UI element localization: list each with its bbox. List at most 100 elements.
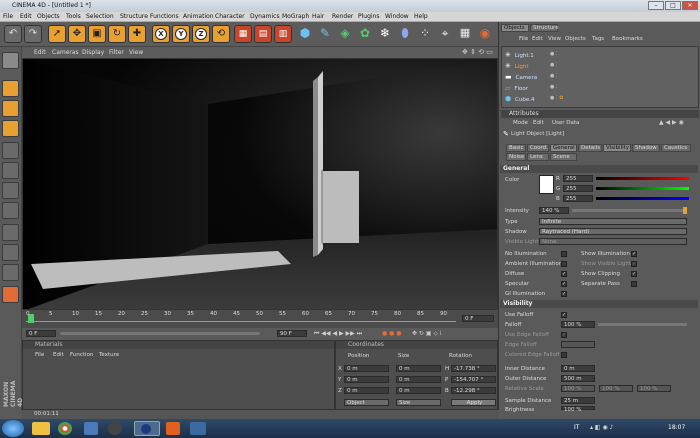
green-value-field[interactable]: 255 <box>563 185 593 192</box>
undo-icon[interactable]: ↶ <box>4 25 22 43</box>
live-selection-icon[interactable]: ➚ <box>48 25 66 43</box>
record-key-icons[interactable]: ● ● ● <box>382 330 402 337</box>
layout-icon[interactable]: ▦ <box>456 25 474 43</box>
diffuse-checkbox[interactable]: ✓ <box>561 271 567 277</box>
coordinate-system-icon[interactable]: ⟲ <box>212 25 230 43</box>
rotation-b-field[interactable]: -12.298 ° <box>451 387 496 394</box>
visibility-dots-icon[interactable]: ● ⁚ <box>550 51 558 57</box>
size-z-field[interactable]: 0 m <box>396 387 441 394</box>
viewport-menu-filter[interactable]: Filter <box>109 49 124 56</box>
rotation-p-field[interactable]: -154.707 ° <box>451 376 496 383</box>
z-axis-lock-button[interactable]: Z <box>192 25 210 43</box>
menu-character[interactable]: Character <box>215 13 245 20</box>
workplane-icon[interactable] <box>2 264 19 281</box>
points-mode-icon[interactable] <box>2 142 19 159</box>
tab-objects[interactable]: Objects <box>501 24 529 32</box>
rotation-h-field[interactable]: -17.738 ° <box>451 365 496 372</box>
menu-functions[interactable]: Functions <box>150 13 179 20</box>
current-frame-field[interactable]: 0 F <box>462 315 494 322</box>
visibility-dots-icon[interactable]: ● ⁚ <box>550 84 558 90</box>
spline-pen-icon[interactable]: ✎ <box>316 25 334 43</box>
snapping-icon[interactable] <box>2 286 19 303</box>
menu-mograph[interactable]: MoGraph <box>282 13 309 20</box>
menu-animation[interactable]: Animation <box>183 13 214 20</box>
attr-menu-mode[interactable]: Mode <box>513 120 528 126</box>
ambient-illumination-checkbox[interactable] <box>561 261 567 267</box>
red-slider[interactable] <box>596 177 689 180</box>
coord-mode-dropdown[interactable]: Object <box>344 399 389 406</box>
show-visible-light-checkbox[interactable]: ✓ <box>631 261 637 267</box>
media-icon[interactable] <box>108 422 122 435</box>
render-settings-icon[interactable]: ▥ <box>274 25 292 43</box>
show-illumination-checkbox[interactable]: ✓ <box>631 251 637 257</box>
position-y-field[interactable]: 0 m <box>344 376 389 383</box>
colored-edge-falloff-checkbox[interactable] <box>561 352 567 358</box>
materials-menu-file[interactable]: File <box>35 352 44 358</box>
cinema4d-task-button[interactable] <box>134 421 160 436</box>
apply-button[interactable]: Apply <box>451 399 496 406</box>
falloff-slider[interactable] <box>598 323 687 326</box>
object-row-light-1[interactable]: ✳ Light.1 <box>505 51 534 59</box>
intensity-field[interactable]: 140 % <box>539 207 569 214</box>
object-row-camera[interactable]: ▬ Camera <box>505 73 537 81</box>
language-indicator[interactable]: IT <box>574 424 579 431</box>
tab-noise[interactable]: Noise <box>506 153 526 161</box>
intensity-slider-handle[interactable] <box>683 207 687 214</box>
attr-nav-icons[interactable]: ▲ ◀ ▶ ◉ <box>659 119 684 126</box>
object-row-light[interactable]: ✳ Light <box>505 62 529 70</box>
scale-icon[interactable]: ▣ <box>88 25 106 43</box>
subdivision-surface-icon[interactable]: ◈ <box>336 25 354 43</box>
green-slider[interactable] <box>596 187 689 190</box>
visibility-dots-icon[interactable]: ● ⁚ <box>550 62 558 68</box>
attr-menu-edit[interactable]: Edit <box>533 120 544 126</box>
maximize-button[interactable]: □ <box>665 1 681 10</box>
edges-mode-icon[interactable] <box>2 162 19 179</box>
relative-scale-x-field[interactable]: 100 % <box>561 385 595 392</box>
rotate-icon[interactable]: ↻ <box>108 25 126 43</box>
tab-coord[interactable]: Coord. <box>527 144 549 152</box>
app-icon[interactable] <box>190 422 206 435</box>
shadow-dropdown[interactable]: Raytraced (Hard) <box>539 228 687 235</box>
viewport-menu-cameras[interactable]: Cameras <box>52 49 79 56</box>
no-illumination-checkbox[interactable] <box>561 251 567 257</box>
visibility-dots-icon[interactable]: ● ⁚ <box>550 73 558 79</box>
key-mode-icons[interactable]: ✥ ↻ ▣ ⬦ ⁞ <box>412 330 441 338</box>
array-icon[interactable]: ✿ <box>356 25 374 43</box>
position-z-field[interactable]: 0 m <box>344 387 389 394</box>
render-picture-viewer-icon[interactable]: ▤ <box>254 25 272 43</box>
tab-visibility[interactable]: Visibility <box>603 144 631 152</box>
separate-pass-checkbox[interactable] <box>631 281 637 287</box>
tab-general[interactable]: General <box>550 144 577 152</box>
timeline[interactable]: 0 5 10 15 20 25 30 35 40 45 50 55 60 65 … <box>22 310 498 328</box>
blue-value-field[interactable]: 255 <box>563 195 593 202</box>
objects-menu-bookmarks[interactable]: Bookmarks <box>612 36 643 42</box>
falloff-field[interactable]: 100 % <box>561 321 595 328</box>
tab-details[interactable]: Details <box>578 144 602 152</box>
materials-menu-texture[interactable]: Texture <box>99 352 119 358</box>
size-mode-dropdown[interactable]: Size <box>396 399 441 406</box>
outer-distance-field[interactable]: 500 m <box>561 375 595 382</box>
app-icon[interactable] <box>84 422 98 435</box>
explorer-icon[interactable] <box>32 422 50 435</box>
relative-scale-y-field[interactable]: 100 % <box>599 385 633 392</box>
blue-slider[interactable] <box>596 197 689 200</box>
3d-viewport[interactable] <box>22 58 498 310</box>
render-view-icon[interactable]: ▦ <box>234 25 252 43</box>
particle-icon[interactable]: ⁘ <box>416 25 434 43</box>
tab-shadow[interactable]: Shadow <box>632 144 660 152</box>
viewport-navigation-icons[interactable]: ✥ ⇕ ⟲ ▭ <box>462 48 493 56</box>
menu-edit[interactable]: Edit <box>20 13 32 20</box>
viewport-menu-view[interactable]: View <box>129 49 143 56</box>
head-icon[interactable]: ◉ <box>476 25 494 43</box>
menu-help[interactable]: Help <box>414 13 428 20</box>
scene-object-icon[interactable]: ⬮ <box>396 25 414 43</box>
menu-tools[interactable]: Tools <box>66 13 81 20</box>
end-frame-field[interactable]: 90 F <box>277 330 307 337</box>
menu-hair[interactable]: Hair <box>312 13 324 20</box>
tray-icons[interactable]: ▴ ◧ ◉ ♪ <box>590 424 613 431</box>
x-axis-lock-button[interactable]: X <box>152 25 170 43</box>
texture-axis-icon[interactable] <box>2 244 19 261</box>
menu-selection[interactable]: Selection <box>86 13 114 20</box>
menu-render[interactable]: Render <box>332 13 353 20</box>
tab-structure[interactable]: Structure <box>530 24 559 32</box>
